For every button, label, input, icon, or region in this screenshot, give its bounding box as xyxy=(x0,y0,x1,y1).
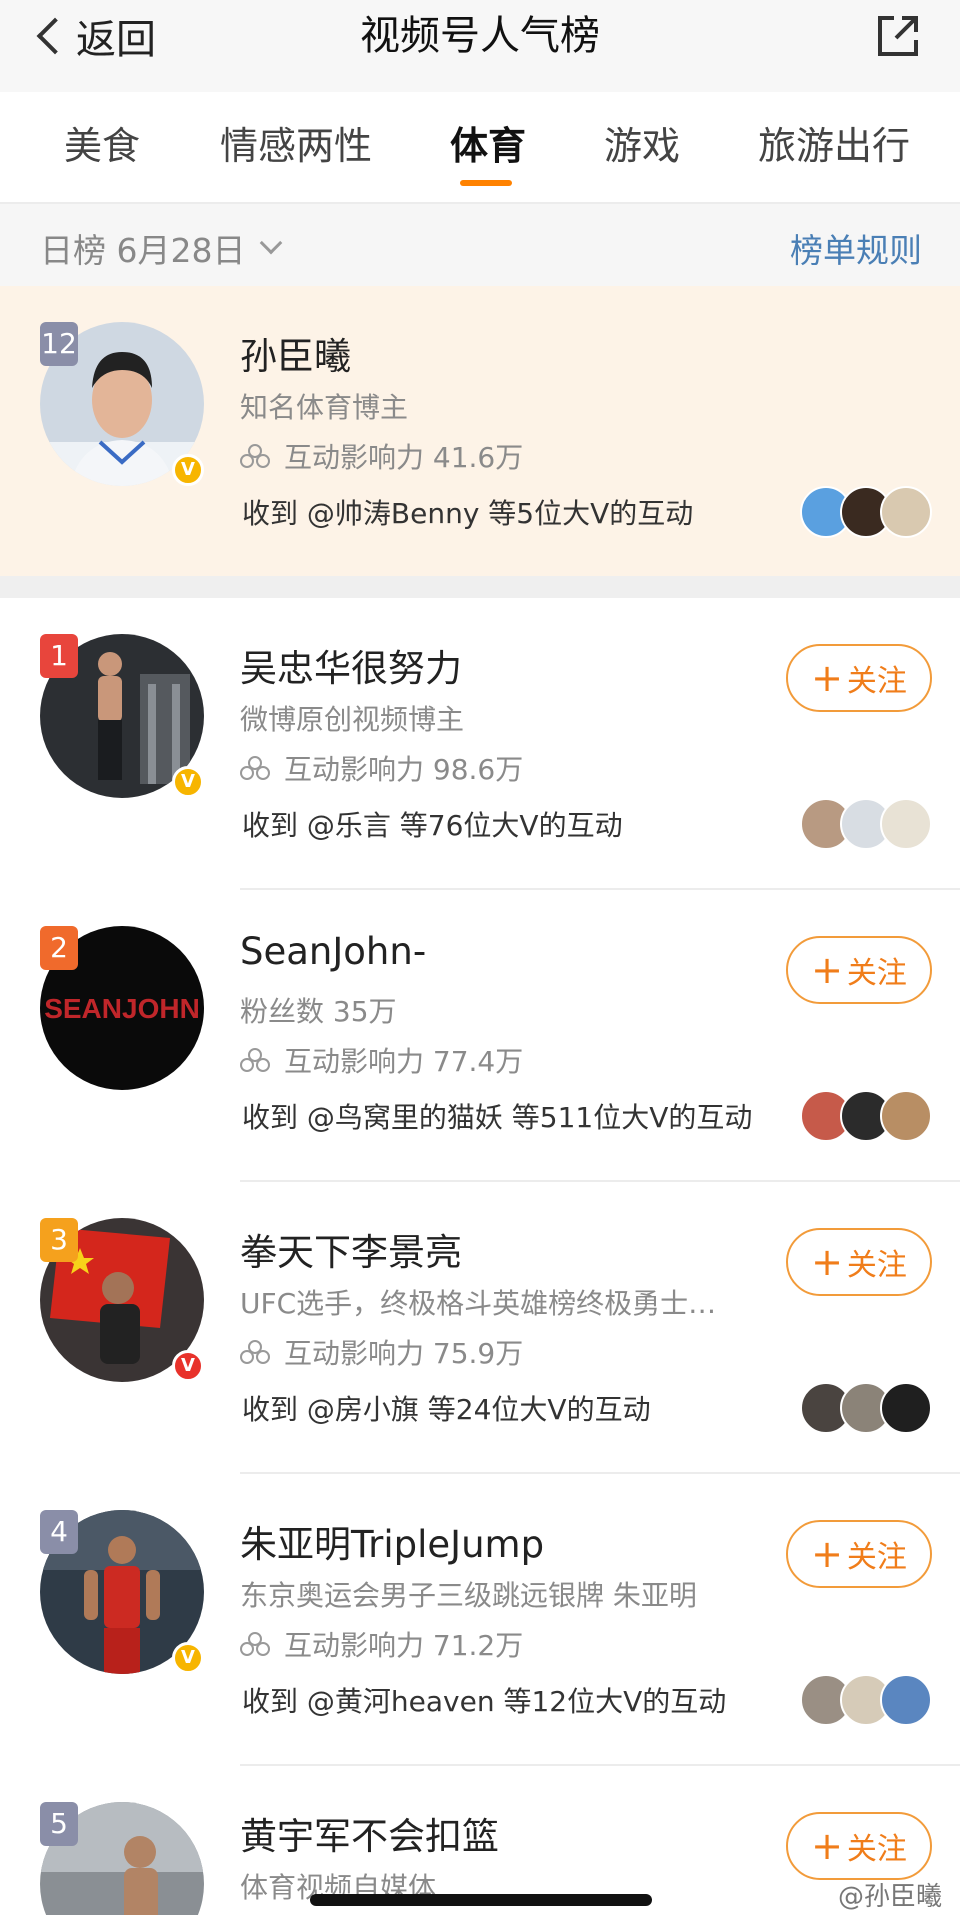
influence-row: 互动影响力 71.2万 xyxy=(240,1624,523,1664)
blogger-description: UFC选手，终极格斗英雄榜终极勇士… xyxy=(240,1287,717,1320)
blogger-name[interactable]: 孙臣曦 xyxy=(240,326,351,380)
follow-button[interactable]: + 关注 xyxy=(786,644,932,712)
influence-value: 互动影响力 75.9万 xyxy=(284,1337,524,1370)
section-separator xyxy=(0,576,960,598)
influence-row: 互动影响力 41.6万 xyxy=(240,436,523,476)
follow-label: 关注 xyxy=(846,1832,907,1867)
interacting-avatars[interactable] xyxy=(800,486,932,538)
date-label: 日榜 6月28日 xyxy=(40,231,246,270)
influence-icon xyxy=(240,756,270,780)
blogger-description: 东京奥运会男子三级跳远银牌 朱亚明 xyxy=(240,1579,697,1612)
influence-value: 互动影响力 77.4万 xyxy=(284,1045,524,1078)
ranking-rules-link[interactable]: 榜单规则 xyxy=(790,224,922,272)
influence-icon xyxy=(240,1632,270,1656)
blogger-name[interactable]: 朱亚明TripleJump xyxy=(240,1514,544,1568)
influence-icon xyxy=(240,1340,270,1364)
plus-icon: + xyxy=(811,1532,843,1576)
follow-label: 关注 xyxy=(846,1248,907,1283)
blogger-name[interactable]: 拳天下李景亮 xyxy=(240,1222,462,1276)
tab-games[interactable]: 游戏 xyxy=(604,120,680,172)
share-external-icon[interactable] xyxy=(874,12,922,60)
rank-badge: 2 xyxy=(40,926,78,970)
follow-label: 关注 xyxy=(846,1540,907,1575)
blogger-description: 知名体育博主 xyxy=(240,391,409,424)
rank-badge: 4 xyxy=(40,1510,78,1554)
rank-badge: 3 xyxy=(40,1218,78,1262)
interaction-summary[interactable]: 收到 @房小旗 等24位大V的互动 xyxy=(242,1388,651,1428)
tab-food[interactable]: 美食 xyxy=(64,120,140,172)
blogger-description: 微博原创视频博主 xyxy=(240,703,465,736)
rank-badge: 5 xyxy=(40,1802,78,1846)
avatar xyxy=(880,486,932,538)
ranking-subbar: 日榜 6月28日 榜单规则 xyxy=(0,204,960,286)
plus-icon: + xyxy=(811,1240,843,1284)
rank-badge: 12 xyxy=(40,322,78,366)
category-tabs: 美食 情感两性 体育 游戏 旅游出行 xyxy=(0,92,960,204)
blogger-name[interactable]: 吴忠华很努力 xyxy=(240,638,462,692)
interaction-summary[interactable]: 收到 @鸟窝里的猫妖 等511位大V的互动 xyxy=(242,1096,752,1136)
interacting-avatars[interactable] xyxy=(800,798,932,850)
ranking-entry[interactable]: SEANJOHN 2 SeanJohn- 粉丝数 35万 互动影响力 77.4万… xyxy=(0,890,960,1182)
blogger-name[interactable]: 黄宇军不会扣篮 xyxy=(240,1806,499,1860)
chevron-down-icon xyxy=(260,231,283,255)
follow-button[interactable]: + 关注 xyxy=(786,1228,932,1296)
tab-sports[interactable]: 体育 xyxy=(450,120,526,172)
date-selector[interactable]: 日榜 6月28日 xyxy=(40,224,283,272)
influence-row: 互动影响力 98.6万 xyxy=(240,748,523,788)
avatar xyxy=(880,798,932,850)
influence-icon xyxy=(240,444,270,468)
ranking-entry[interactable]: 5 黄宇军不会扣篮 体育视频自媒体 + 关注 xyxy=(0,1766,960,1915)
verified-v-icon: V xyxy=(172,766,204,798)
verified-v-icon: V xyxy=(172,454,204,486)
plus-icon: + xyxy=(811,948,843,992)
plus-icon: + xyxy=(811,1824,843,1868)
verified-v-icon: V xyxy=(172,1350,204,1382)
interaction-summary[interactable]: 收到 @帅涛Benny 等5位大V的互动 xyxy=(242,492,693,532)
influence-row: 互动影响力 75.9万 xyxy=(240,1332,523,1372)
tab-travel[interactable]: 旅游出行 xyxy=(758,120,910,172)
ranking-entry[interactable]: 4 V 朱亚明TripleJump 东京奥运会男子三级跳远银牌 朱亚明 互动影响… xyxy=(0,1474,960,1766)
interacting-avatars[interactable] xyxy=(800,1382,932,1434)
avatar xyxy=(880,1090,932,1142)
follow-button[interactable]: + 关注 xyxy=(786,936,932,1004)
ranking-entry[interactable]: 1 V 吴忠华很努力 微博原创视频博主 互动影响力 98.6万 收到 @乐言 等… xyxy=(0,598,960,890)
interacting-avatars[interactable] xyxy=(800,1090,932,1142)
influence-value: 互动影响力 98.6万 xyxy=(284,753,524,786)
plus-icon: + xyxy=(811,656,843,700)
blogger-name[interactable]: SeanJohn- xyxy=(240,930,426,973)
home-indicator xyxy=(310,1894,652,1906)
follow-label: 关注 xyxy=(846,664,907,699)
influence-value: 互动影响力 41.6万 xyxy=(284,441,524,474)
page-title: 视频号人气榜 xyxy=(360,13,600,59)
interaction-summary[interactable]: 收到 @乐言 等76位大V的互动 xyxy=(242,804,623,844)
avatar xyxy=(880,1382,932,1434)
avatar-logo-text: SEANJOHN xyxy=(44,993,200,1024)
influence-icon xyxy=(240,1048,270,1072)
influence-row: 互动影响力 77.4万 xyxy=(240,1040,523,1080)
follow-button[interactable]: + 关注 xyxy=(786,1520,932,1588)
tab-relationships[interactable]: 情感两性 xyxy=(220,120,372,172)
my-ranking-card[interactable]: 12 V 孙臣曦 知名体育博主 互动影响力 41.6万 收到 @帅涛Benny … xyxy=(0,286,960,576)
watermark-text: @孙臣曦 xyxy=(837,1882,942,1912)
avatar xyxy=(880,1674,932,1726)
active-tab-indicator xyxy=(460,180,512,186)
blogger-description: 粉丝数 35万 xyxy=(240,995,397,1028)
top-nav-bar: 返回 视频号人气榜 xyxy=(0,0,960,92)
rank-badge: 1 xyxy=(40,634,78,678)
interacting-avatars[interactable] xyxy=(800,1674,932,1726)
influence-value: 互动影响力 71.2万 xyxy=(284,1629,524,1662)
follow-label: 关注 xyxy=(846,956,907,991)
follow-button[interactable]: + 关注 xyxy=(786,1812,932,1880)
verified-v-icon: V xyxy=(172,1642,204,1674)
ranking-entry[interactable]: 3 V 拳天下李景亮 UFC选手，终极格斗英雄榜终极勇士… 互动影响力 75.9… xyxy=(0,1182,960,1474)
interaction-summary[interactable]: 收到 @黄河heaven 等12位大V的互动 xyxy=(242,1680,726,1720)
